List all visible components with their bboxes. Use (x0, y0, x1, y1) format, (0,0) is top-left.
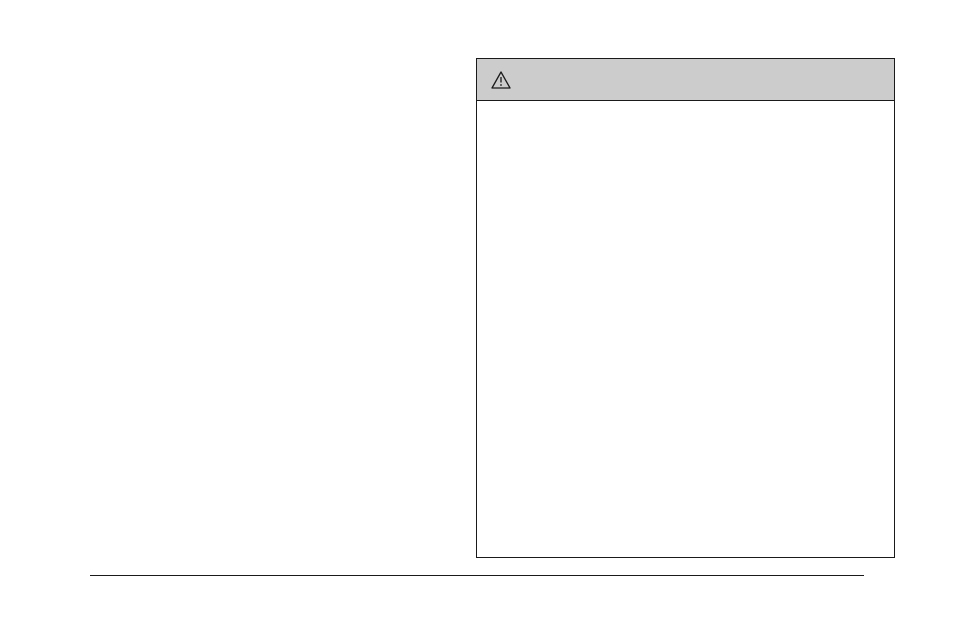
divider-line (90, 575, 864, 576)
warning-header (477, 59, 894, 101)
warning-box (476, 58, 895, 558)
warning-triangle-icon (491, 71, 511, 89)
